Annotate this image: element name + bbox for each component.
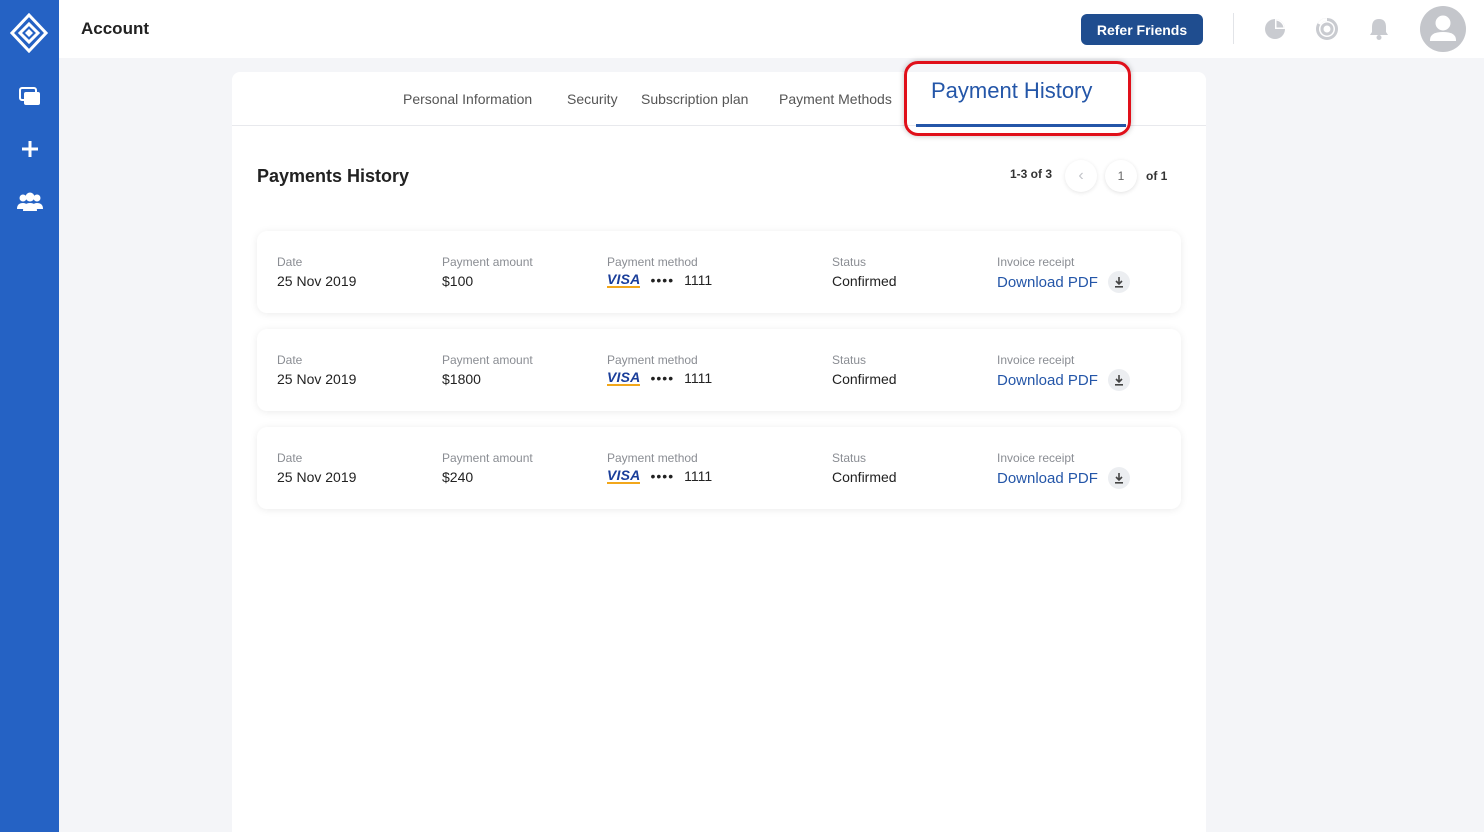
method-cell: Payment method VISA •••• 1111	[607, 353, 712, 386]
chevron-left-icon: ‹	[1078, 167, 1084, 184]
invoice-label: Invoice receipt	[997, 353, 1075, 367]
invoice-cell: Invoice receipt Download PDF	[997, 255, 1130, 293]
invoice-cell: Invoice receipt Download PDF	[997, 451, 1130, 489]
amount-value: $240	[442, 469, 474, 485]
tab-security[interactable]: Security	[567, 91, 618, 107]
download-pdf-link[interactable]: Download PDF	[997, 274, 1098, 291]
date-cell: Date 25 Nov 2019	[277, 255, 356, 289]
card-mask: ••••	[650, 468, 675, 484]
section-title: Payments History	[257, 166, 410, 186]
payment-row: Date 25 Nov 2019 Payment amount $1800 Pa…	[257, 329, 1181, 411]
tab-subscription-plan[interactable]: Subscription plan	[641, 91, 748, 107]
progress-ring-icon[interactable]	[1314, 16, 1340, 42]
card-last4: 1111	[684, 370, 713, 386]
pager-range: 1-3 of 3	[1010, 167, 1053, 181]
users-icon[interactable]	[14, 186, 46, 218]
download-icon[interactable]	[1107, 467, 1130, 489]
status-label: Status	[832, 451, 867, 465]
account-panel: Personal Information Security Subscripti…	[232, 72, 1206, 832]
invoice-label: Invoice receipt	[997, 255, 1075, 269]
amount-value: $100	[442, 273, 474, 289]
status-cell: Status Confirmed	[832, 255, 897, 289]
method-label: Payment method	[607, 353, 698, 367]
card-last4: 1111	[684, 468, 713, 484]
sidebar	[0, 0, 59, 832]
date-cell: Date 25 Nov 2019	[277, 451, 356, 485]
amount-cell: Payment amount $1800	[442, 353, 533, 387]
amount-cell: Payment amount $240	[442, 451, 533, 485]
date-value: 25 Nov 2019	[277, 371, 357, 387]
method-label: Payment method	[607, 451, 698, 465]
visa-logo-icon: VISA	[607, 271, 641, 288]
amount-value: $1800	[442, 371, 481, 387]
amount-cell: Payment amount $100	[442, 255, 533, 289]
user-avatar-icon[interactable]	[1420, 6, 1466, 52]
tab-payment-history-label: Payment History	[931, 78, 1093, 103]
date-label: Date	[277, 451, 303, 465]
date-cell: Date 25 Nov 2019	[277, 353, 356, 387]
date-label: Date	[277, 255, 303, 269]
active-tab-indicator	[916, 124, 1126, 127]
visa-logo-icon: VISA	[607, 467, 641, 484]
plus-icon[interactable]	[14, 133, 46, 165]
top-header: Account Refer Friends	[59, 0, 1484, 58]
download-pdf-link[interactable]: Download PDF	[997, 470, 1098, 487]
header-divider	[1233, 13, 1234, 44]
date-value: 25 Nov 2019	[277, 273, 357, 289]
windows-icon[interactable]	[14, 81, 46, 113]
page-title: Account	[81, 19, 149, 38]
pager-total: of 1	[1146, 169, 1168, 183]
status-value: Confirmed	[832, 371, 897, 387]
tab-payment-history[interactable]: Payment History	[916, 72, 1128, 127]
bell-icon[interactable]	[1366, 16, 1392, 42]
pager-page-button[interactable]: 1	[1105, 160, 1137, 192]
method-cell: Payment method VISA •••• 1111	[607, 255, 712, 288]
payment-row: Date 25 Nov 2019 Payment amount $100 Pay…	[257, 231, 1181, 313]
status-label: Status	[832, 353, 867, 367]
card-mask: ••••	[650, 370, 675, 386]
status-value: Confirmed	[832, 273, 897, 289]
download-icon[interactable]	[1107, 271, 1130, 293]
status-cell: Status Confirmed	[832, 353, 897, 387]
download-pdf-link[interactable]: Download PDF	[997, 372, 1098, 389]
status-label: Status	[832, 255, 867, 269]
download-icon[interactable]	[1107, 369, 1130, 391]
card-last4: 1111	[684, 272, 713, 288]
pager-prev-button[interactable]: ‹	[1065, 160, 1097, 192]
method-label: Payment method	[607, 255, 698, 269]
visa-logo-icon: VISA	[607, 369, 641, 386]
status-cell: Status Confirmed	[832, 451, 897, 485]
amount-label: Payment amount	[442, 353, 533, 367]
diamond-logo-icon[interactable]	[9, 12, 49, 54]
card-mask: ••••	[650, 272, 675, 288]
invoice-label: Invoice receipt	[997, 451, 1075, 465]
status-value: Confirmed	[832, 469, 897, 485]
tab-personal-information[interactable]: Personal Information	[403, 91, 532, 107]
tab-payment-methods[interactable]: Payment Methods	[779, 91, 892, 107]
amount-label: Payment amount	[442, 255, 533, 269]
date-label: Date	[277, 353, 303, 367]
method-cell: Payment method VISA •••• 1111	[607, 451, 712, 484]
invoice-cell: Invoice receipt Download PDF	[997, 353, 1130, 391]
refer-friends-button[interactable]: Refer Friends	[1081, 14, 1203, 45]
payment-row: Date 25 Nov 2019 Payment amount $240 Pay…	[257, 427, 1181, 509]
amount-label: Payment amount	[442, 451, 533, 465]
pie-chart-icon[interactable]	[1262, 16, 1288, 42]
date-value: 25 Nov 2019	[277, 469, 357, 485]
account-tabs: Personal Information Security Subscripti…	[232, 72, 1206, 127]
